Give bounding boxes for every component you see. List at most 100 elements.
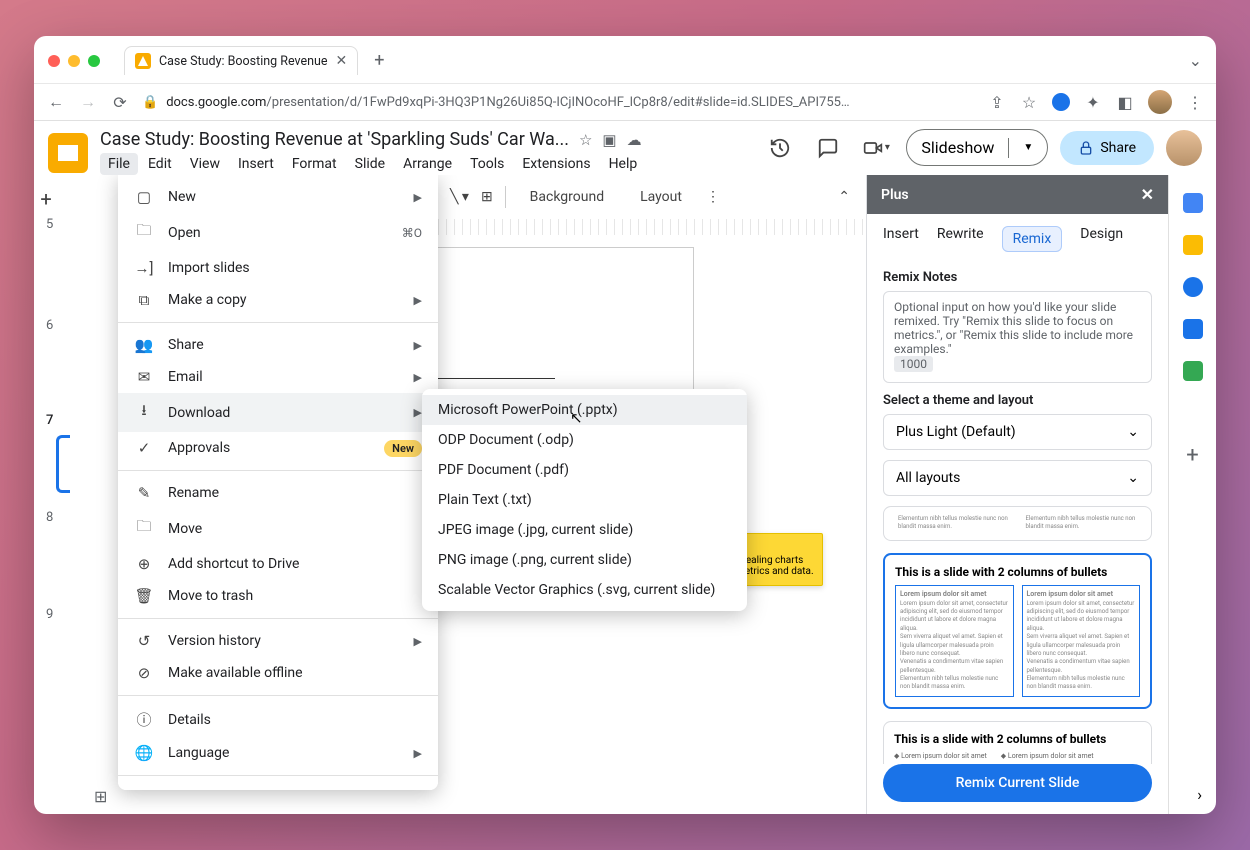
download-png[interactable]: PNG image (.png, current slide) — [422, 545, 747, 575]
share-button[interactable]: Share — [1060, 131, 1154, 165]
theme-select[interactable]: Plus Light (Default)⌄ — [883, 414, 1152, 450]
file-open[interactable]: 🗀Open⌘O — [118, 213, 438, 252]
kebab-menu-icon[interactable]: ⋮ — [1186, 93, 1204, 111]
tabs-chevron-icon[interactable]: ⌄ — [1189, 51, 1202, 70]
file-version-history[interactable]: ↺Version history▶ — [118, 625, 438, 657]
remix-notes-input[interactable]: Optional input on how you'd like your sl… — [883, 291, 1152, 383]
download-jpeg[interactable]: JPEG image (.jpg, current slide) — [422, 515, 747, 545]
menu-slide[interactable]: Slide — [347, 153, 393, 175]
download-odp[interactable]: ODP Document (.odp) — [422, 425, 747, 455]
tab-insert[interactable]: Insert — [883, 226, 919, 252]
layout-preview[interactable]: Elementum nibh tellus molestie nunc non … — [883, 506, 1152, 541]
layout-select[interactable]: All layouts⌄ — [883, 460, 1152, 496]
menu-insert[interactable]: Insert — [230, 153, 282, 175]
collapse-toolbar-icon[interactable]: ⌃ — [838, 189, 850, 205]
file-download[interactable]: ⭳Download▶ — [118, 393, 438, 432]
slide-number[interactable]: 8 — [46, 510, 82, 525]
download-txt[interactable]: Plain Text (.txt) — [422, 485, 747, 515]
insert-icon[interactable]: ⊞ — [481, 189, 493, 205]
file-approvals[interactable]: ✓ApprovalsNew — [118, 432, 438, 464]
close-window[interactable] — [48, 55, 60, 67]
slides-logo-icon[interactable] — [48, 133, 88, 173]
file-share[interactable]: 👥Share▶ — [118, 329, 438, 361]
file-language[interactable]: 🌐Language▶ — [118, 737, 438, 769]
add-addon-icon[interactable]: + — [1186, 443, 1198, 468]
layout-preview-selected[interactable]: This is a slide with 2 columns of bullet… — [883, 553, 1152, 709]
document-title[interactable]: Case Study: Boosting Revenue at 'Sparkli… — [100, 129, 569, 150]
more-toolbar-icon[interactable]: ⋮ — [706, 189, 720, 205]
tasks-icon[interactable] — [1183, 277, 1203, 297]
download-pdf[interactable]: PDF Document (.pdf) — [422, 455, 747, 485]
file-make-copy[interactable]: ⧉Make a copy▶ — [118, 284, 438, 316]
slideshow-button[interactable]: Slideshow — [907, 130, 1008, 165]
reload-button[interactable]: ⟳ — [110, 93, 130, 112]
star-doc-icon[interactable]: ☆ — [579, 131, 592, 149]
add-slide-button[interactable]: + — [34, 185, 60, 213]
menu-help[interactable]: Help — [601, 153, 646, 175]
extensions-icon[interactable]: ✦ — [1084, 93, 1102, 111]
panel-header: Plus ✕ — [867, 175, 1168, 214]
close-tab-icon[interactable]: ✕ — [336, 53, 348, 69]
file-details[interactable]: ⓘDetails — [118, 702, 438, 737]
file-import-slides[interactable]: →]Import slides — [118, 252, 438, 284]
file-email[interactable]: ✉Email▶ — [118, 361, 438, 393]
menu-format[interactable]: Format — [284, 153, 345, 175]
comment-icon[interactable] — [810, 130, 846, 166]
download-svg[interactable]: Scalable Vector Graphics (.svg, current … — [422, 575, 747, 605]
chevron-down-icon: ⌄ — [1127, 470, 1139, 486]
keep-icon[interactable] — [1183, 235, 1203, 255]
lock-icon: 🔒 — [142, 95, 158, 110]
file-add-shortcut[interactable]: ⊕Add shortcut to Drive — [118, 548, 438, 580]
layout-button[interactable]: Layout — [628, 183, 694, 211]
slide-number[interactable]: 6 — [46, 318, 82, 333]
tab-design[interactable]: Design — [1080, 226, 1123, 252]
browser-tab[interactable]: Case Study: Boosting Revenue ✕ — [124, 46, 358, 75]
upload-icon[interactable]: ⇪ — [988, 93, 1006, 111]
menu-tools[interactable]: Tools — [462, 153, 512, 175]
sidepanel-icon[interactable]: ◧ — [1116, 93, 1134, 111]
extension-dot-icon[interactable] — [1052, 93, 1070, 111]
tab-rewrite[interactable]: Rewrite — [937, 226, 984, 252]
slide-number[interactable]: 9 — [46, 607, 82, 622]
history-icon[interactable] — [762, 130, 798, 166]
info-icon: ⓘ — [134, 709, 154, 730]
remix-slide-button[interactable]: Remix Current Slide — [883, 764, 1152, 802]
menu-edit[interactable]: Edit — [140, 153, 180, 175]
account-avatar[interactable] — [1166, 130, 1202, 166]
contacts-icon[interactable] — [1183, 319, 1203, 339]
slideshow-chevron[interactable]: ▼ — [1009, 134, 1047, 161]
tab-remix[interactable]: Remix — [1002, 226, 1063, 252]
file-offline[interactable]: ⊘Make available offline — [118, 657, 438, 689]
maps-icon[interactable] — [1183, 361, 1203, 381]
maximize-window[interactable] — [88, 55, 100, 67]
menu-file[interactable]: File — [100, 153, 138, 175]
profile-avatar[interactable] — [1148, 90, 1172, 114]
file-move[interactable]: 🗀Move — [118, 509, 438, 548]
minimize-window[interactable] — [68, 55, 80, 67]
import-icon: →] — [134, 259, 154, 277]
file-page-setup[interactable]: ▢Page setup — [118, 782, 438, 790]
menu-arrange[interactable]: Arrange — [395, 153, 460, 175]
email-icon: ✉ — [134, 368, 154, 386]
back-button[interactable]: ← — [46, 92, 66, 112]
background-button[interactable]: Background — [518, 183, 616, 211]
line-tool-icon[interactable]: ╲ ▾ — [450, 189, 469, 205]
panel-close-icon[interactable]: ✕ — [1141, 185, 1154, 204]
file-trash[interactable]: 🗑Move to trash — [118, 580, 438, 612]
calendar-icon[interactable] — [1183, 193, 1203, 213]
slide-number[interactable]: 5 — [46, 217, 82, 232]
slide-number-active[interactable]: 7 — [46, 413, 82, 428]
download-pptx[interactable]: Microsoft PowerPoint (.pptx) — [422, 395, 747, 425]
menu-extensions[interactable]: Extensions — [514, 153, 598, 175]
new-tab-button[interactable]: + — [374, 50, 384, 71]
menu-view[interactable]: View — [182, 153, 228, 175]
bookmark-star-icon[interactable]: ☆ — [1020, 93, 1038, 111]
meet-icon[interactable]: ▾ — [858, 130, 894, 166]
collapse-rail-icon[interactable]: › — [1197, 785, 1202, 804]
url-field[interactable]: 🔒 docs.google.com/presentation/d/1FwPd9x… — [142, 95, 976, 110]
layout-preview[interactable]: This is a slide with 2 columns of bullet… — [883, 721, 1152, 764]
file-new[interactable]: ▢New▶ — [118, 181, 438, 213]
file-rename[interactable]: ✎Rename — [118, 477, 438, 509]
grid-view-icon[interactable]: ⊞ — [94, 787, 107, 806]
move-doc-icon[interactable]: ▣ — [602, 131, 616, 149]
